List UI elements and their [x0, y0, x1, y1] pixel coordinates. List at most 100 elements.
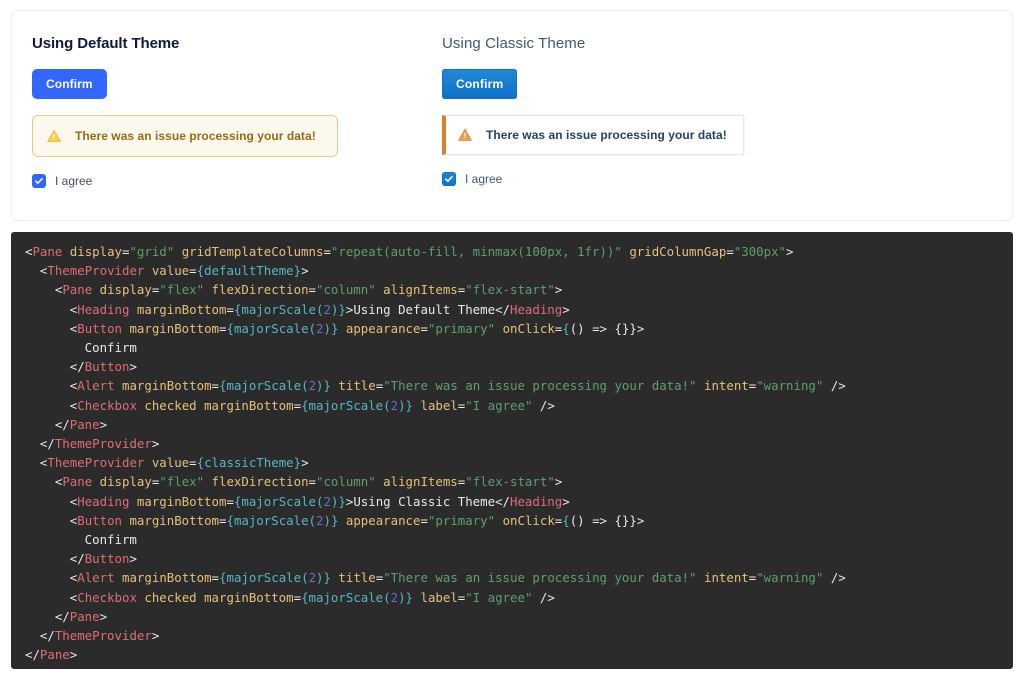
code-token-punct: >	[99, 416, 108, 432]
code-line: <Checkbox checked marginBottom={majorSca…	[25, 590, 555, 605]
code-token-text: Confirm	[25, 532, 137, 548]
code-token-punct: </	[495, 301, 510, 317]
code-token-attr: value	[151, 263, 190, 279]
alert-title-classic: There was an issue processing your data!	[486, 128, 727, 142]
checkbox-checked-icon-default[interactable]	[32, 174, 46, 188]
code-token-punct: >	[554, 282, 563, 298]
confirm-button-default[interactable]: Confirm	[32, 69, 107, 99]
code-token-string: "I agree"	[465, 589, 533, 605]
alert-warning-classic: There was an issue processing your data!	[442, 115, 744, 155]
checkbox-label-default: I agree	[55, 174, 93, 188]
code-line: <ThemeProvider value={defaultTheme}>	[25, 263, 309, 278]
theme-demo-grid: Using Default Theme Confirm There was an…	[12, 11, 1012, 220]
code-token-string: "warning"	[756, 570, 824, 586]
code-token-brace: (	[308, 512, 317, 528]
code-token-punct: =	[226, 493, 234, 509]
code-token-string: "There was an issue processing your data…	[383, 570, 697, 586]
code-token-punct: >	[151, 628, 160, 644]
code-token-brace: )}	[398, 589, 414, 605]
code-token-tag: Pane	[62, 474, 93, 490]
checkbox-row-classic[interactable]: I agree	[442, 171, 502, 187]
source-code-content: <Pane display="grid" gridTemplateColumns…	[25, 242, 999, 664]
code-token-brace: (	[301, 378, 309, 394]
theme-column-default: Using Default Theme Confirm There was an…	[32, 35, 442, 220]
code-line: </Pane>	[25, 647, 77, 662]
code-token-fn: majorScale	[241, 301, 316, 317]
checkbox-row-default[interactable]: I agree	[32, 173, 92, 189]
code-token-punct: =	[308, 282, 316, 298]
checkbox-label-classic: I agree	[465, 172, 503, 186]
code-token-punct: =	[323, 244, 331, 259]
code-token-string: "primary"	[427, 512, 496, 528]
code-line: <Button marginBottom={majorScale(2)} app…	[25, 320, 645, 336]
code-token-punct: () => {}}	[569, 512, 637, 528]
code-lines: <Pane display="grid" gridTemplateColumns…	[25, 244, 846, 662]
code-token-punct: />	[539, 589, 555, 605]
code-token-string: "primary"	[427, 320, 496, 336]
code-token-punct: =	[293, 589, 302, 605]
code-token-num: 2	[308, 378, 317, 394]
code-token-brace: {	[301, 397, 309, 413]
code-token-punct: </	[495, 493, 510, 509]
code-token-tag: ThemeProvider	[47, 263, 145, 279]
code-line: </ThemeProvider>	[25, 436, 159, 451]
page-root: Using Default Theme Confirm There was an…	[0, 0, 1024, 678]
confirm-button-classic[interactable]: Confirm	[442, 69, 518, 99]
code-token-punct: </	[54, 608, 70, 624]
code-line: </Pane>	[25, 417, 107, 432]
code-token-string: "flex"	[159, 474, 205, 490]
code-token-attr: appearance	[345, 320, 421, 336]
code-token-punct: >	[301, 455, 309, 471]
code-token-brace: (	[301, 570, 309, 586]
code-token-brace: )}	[316, 378, 331, 394]
code-token-brace: {	[562, 320, 570, 336]
code-token-fn: majorScale	[226, 570, 302, 586]
code-line: <ThemeProvider value={classicTheme}>	[25, 455, 309, 470]
code-token-attr: flexDirection	[211, 474, 309, 490]
code-token-punct: >	[129, 551, 137, 567]
code-token-attr: marginBottom	[122, 378, 212, 394]
code-token-punct: />	[539, 397, 555, 413]
code-token-punct: =	[211, 378, 220, 394]
code-token-punct: >	[301, 263, 309, 279]
code-token-tag: Alert	[77, 378, 115, 394]
code-token-fn: majorScale	[308, 589, 384, 605]
code-token-attr: intent	[703, 570, 749, 586]
code-line: </Button>	[25, 359, 137, 374]
code-token-brace: {	[301, 589, 309, 605]
code-token-punct: =	[308, 474, 316, 490]
warning-triangle-icon	[458, 128, 472, 142]
code-token-punct: =	[226, 301, 234, 317]
code-token-punct: =	[420, 512, 428, 528]
code-token-brace: (	[308, 320, 317, 336]
code-token-attr: display	[99, 282, 152, 298]
code-token-fn: majorScale	[233, 512, 309, 528]
code-token-punct: =	[293, 397, 302, 413]
code-token-tag: Button	[77, 320, 122, 336]
code-line: <Button marginBottom={majorScale(2)} app…	[25, 512, 645, 528]
code-token-brace: }	[293, 263, 302, 279]
source-code-block[interactable]: <Pane display="grid" gridTemplateColumns…	[11, 232, 1013, 669]
code-token-num: 2	[308, 570, 317, 586]
code-token-num: 2	[323, 493, 331, 509]
code-token-string: "grid"	[129, 244, 175, 259]
code-token-punct: />	[830, 378, 846, 394]
code-token-attr: intent	[703, 378, 749, 394]
checkbox-checked-icon-classic[interactable]	[442, 172, 456, 186]
